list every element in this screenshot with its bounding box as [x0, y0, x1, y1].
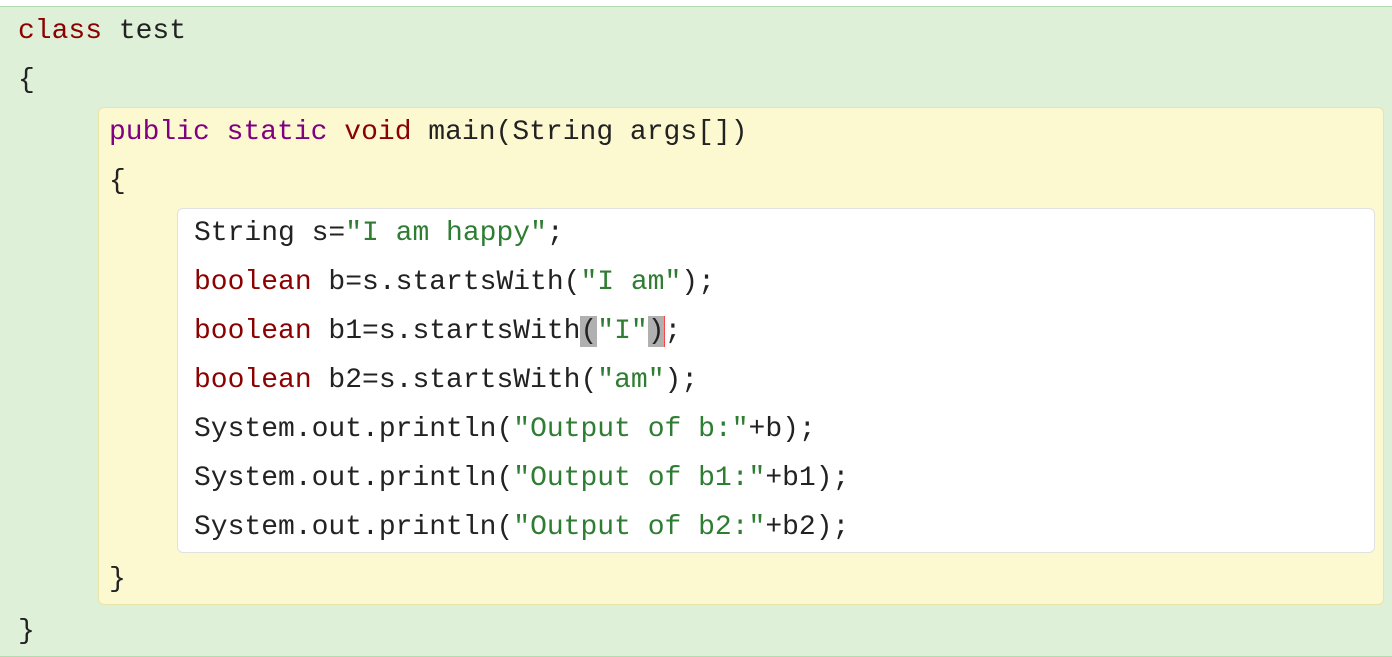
method-block: public static void main(String args[]) {… — [98, 107, 1384, 605]
class-close-brace: } — [18, 607, 1392, 656]
class-decl-line: class test — [18, 7, 1392, 56]
class-block: class test { public static void main(Str… — [0, 6, 1392, 657]
string-literal: "I" — [597, 316, 647, 347]
code-line-1: String s="I am happy"; — [194, 209, 1374, 258]
string-literal: "Output of b2:" — [513, 512, 765, 543]
method-body-block: String s="I am happy"; boolean b=s.start… — [177, 208, 1375, 553]
string-literal: "Output of b:" — [513, 414, 748, 445]
keyword-boolean: boolean — [194, 316, 312, 347]
class-name: test — [102, 16, 186, 47]
string-literal: "I am happy" — [345, 218, 547, 249]
method-signature: main(String args[]) — [412, 117, 748, 148]
code-line-2: boolean b=s.startsWith("I am"); — [194, 258, 1374, 307]
string-literal: "am" — [597, 365, 664, 396]
keyword-public: public — [109, 117, 210, 148]
keyword-boolean: boolean — [194, 267, 312, 298]
keyword-boolean: boolean — [194, 365, 312, 396]
code-line-6: System.out.println("Output of b1:"+b1); — [194, 454, 1374, 503]
string-literal: "Output of b1:" — [513, 463, 765, 494]
keyword-class: class — [18, 16, 102, 47]
method-open-brace: { — [109, 157, 1383, 206]
code-line-3: boolean b1=s.startsWith("I"); — [194, 307, 1374, 356]
code-editor-view: class test { public static void main(Str… — [0, 0, 1392, 650]
code-line-7: System.out.println("Output of b2:"+b2); — [194, 503, 1374, 552]
string-literal: "I am" — [580, 267, 681, 298]
matched-paren-open: ( — [580, 316, 597, 347]
keyword-static: static — [227, 117, 328, 148]
keyword-void: void — [344, 117, 411, 148]
method-signature-line: public static void main(String args[]) — [109, 108, 1383, 157]
code-line-4: boolean b2=s.startsWith("am"); — [194, 356, 1374, 405]
matched-paren-close: ) — [648, 316, 665, 347]
method-close-brace: } — [109, 555, 1383, 604]
code-line-5: System.out.println("Output of b:"+b); — [194, 405, 1374, 454]
class-open-brace: { — [18, 56, 1392, 105]
